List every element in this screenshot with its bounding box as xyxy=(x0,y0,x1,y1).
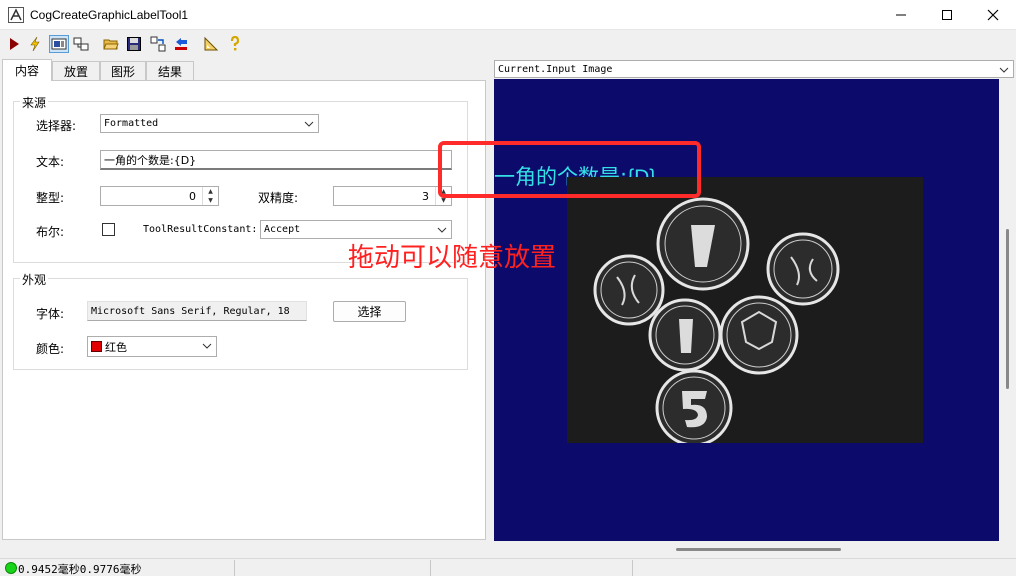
tab-content[interactable]: 内容 xyxy=(2,59,52,81)
horizontal-scroll-thumb[interactable] xyxy=(676,548,841,551)
text-input-value: 一角的个数是:{D} xyxy=(104,153,197,167)
status-separator xyxy=(430,560,431,576)
close-button[interactable] xyxy=(970,0,1016,30)
maximize-button[interactable] xyxy=(924,0,970,30)
display-toggle-button[interactable] xyxy=(49,35,69,53)
status-bar: 0.9452毫秒0.9776毫秒 xyxy=(0,558,1016,576)
toolbar xyxy=(0,31,1016,57)
open-button[interactable] xyxy=(101,35,121,53)
appearance-group-title: 外观 xyxy=(20,271,49,288)
help-icon xyxy=(230,36,240,51)
text-label: 文本: xyxy=(36,155,65,169)
annotation-highlight-box xyxy=(438,141,701,198)
import-button[interactable] xyxy=(171,35,191,53)
chevron-down-icon xyxy=(304,121,314,127)
export-icon xyxy=(150,36,166,52)
chevron-down-icon xyxy=(437,227,447,233)
coin-image xyxy=(567,177,923,443)
title-bar: CogCreateGraphicLabelTool1 xyxy=(0,0,1016,30)
app-icon xyxy=(8,7,24,23)
vertical-scroll-thumb[interactable] xyxy=(1006,229,1009,389)
save-icon xyxy=(127,37,141,51)
content-tab-panel: 来源 选择器: Formatted 文本: 一角的个数是:{D} 整型: 0 ▲… xyxy=(2,80,486,540)
selector-label: 选择器: xyxy=(36,119,77,133)
window-title: CogCreateGraphicLabelTool1 xyxy=(30,8,189,22)
minimize-button[interactable] xyxy=(878,0,924,30)
run-icon xyxy=(10,38,19,50)
ruler-button[interactable] xyxy=(201,35,221,53)
annotation-text: 拖动可以随意放置 xyxy=(348,243,557,273)
ruler-icon xyxy=(204,36,219,51)
run-button[interactable] xyxy=(4,35,24,53)
tab-results[interactable]: 结果 xyxy=(146,61,194,80)
color-combo[interactable]: 红色 xyxy=(87,336,217,357)
network-icon xyxy=(73,37,89,51)
open-folder-icon xyxy=(103,39,119,50)
minimize-icon xyxy=(896,14,906,16)
export-button[interactable] xyxy=(148,35,168,53)
int-label: 整型: xyxy=(36,191,65,205)
up-arrow-icon[interactable]: ▲ xyxy=(203,187,218,196)
chevron-down-icon xyxy=(202,343,212,349)
text-input[interactable]: 一角的个数是:{D} xyxy=(100,150,452,170)
source-group-title: 来源 xyxy=(20,94,49,111)
double-stepper[interactable]: 3 ▲ ▼ xyxy=(333,186,452,206)
close-icon xyxy=(987,9,999,21)
save-button[interactable] xyxy=(124,35,144,53)
network-button[interactable] xyxy=(71,35,91,53)
font-value: Microsoft Sans Serif, Regular, 18 xyxy=(91,305,290,317)
status-timing: 0.9452毫秒0.9776毫秒 xyxy=(18,563,142,576)
trc-value: Accept xyxy=(264,224,301,235)
vertical-scrollbar[interactable] xyxy=(999,79,1016,541)
bool-checkbox[interactable] xyxy=(102,223,115,236)
double-value: 3 xyxy=(422,190,429,203)
choose-font-button[interactable]: 选择 xyxy=(333,301,406,322)
trc-label: ToolResultConstant: xyxy=(143,224,258,235)
tab-graphics[interactable]: 图形 xyxy=(100,61,146,80)
status-separator xyxy=(234,560,235,576)
selector-combo[interactable]: Formatted xyxy=(100,114,319,133)
color-swatch xyxy=(91,341,102,352)
font-value-field: Microsoft Sans Serif, Regular, 18 xyxy=(87,301,307,321)
int-stepper[interactable]: 0 ▲ ▼ xyxy=(100,186,219,206)
image-selector-value: Current.Input Image xyxy=(498,63,613,75)
display-icon xyxy=(51,38,67,50)
double-label: 双精度: xyxy=(258,191,299,205)
font-label: 字体: xyxy=(36,307,65,321)
int-stepper-arrows[interactable]: ▲ ▼ xyxy=(202,187,218,205)
electric-icon xyxy=(30,36,40,52)
appearance-group: 外观 xyxy=(13,271,468,370)
color-value: 红色 xyxy=(105,340,127,354)
help-button[interactable] xyxy=(225,35,245,53)
status-separator xyxy=(632,560,633,576)
color-label: 颜色: xyxy=(36,342,65,356)
chevron-down-icon xyxy=(999,67,1009,73)
down-arrow-icon[interactable]: ▼ xyxy=(203,196,218,205)
horizontal-scrollbar[interactable] xyxy=(494,541,999,558)
electric-button[interactable] xyxy=(25,35,45,53)
selector-value: Formatted xyxy=(104,118,159,129)
status-indicator-icon xyxy=(5,562,17,574)
maximize-icon xyxy=(942,10,952,20)
bool-label: 布尔: xyxy=(36,225,65,239)
tab-placement[interactable]: 放置 xyxy=(52,61,100,80)
import-icon xyxy=(175,38,187,50)
int-value: 0 xyxy=(189,190,196,203)
image-selector-combo[interactable]: Current.Input Image xyxy=(494,60,1014,78)
